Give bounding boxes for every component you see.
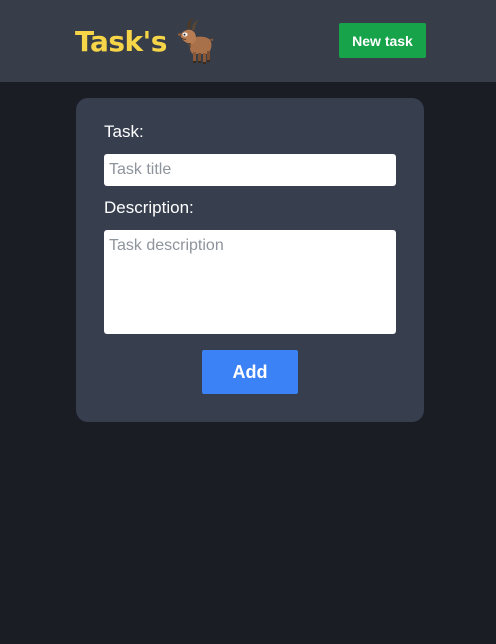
app-title: Task's bbox=[75, 24, 167, 58]
description-label: Description: bbox=[104, 198, 194, 217]
task-form-card: Task: Description: Add bbox=[76, 98, 424, 422]
task-label: Task: bbox=[104, 122, 144, 141]
task-title-input[interactable] bbox=[104, 154, 396, 186]
app-header: Task's New task bbox=[0, 0, 496, 82]
add-button[interactable]: Add bbox=[202, 350, 298, 394]
task-description-input[interactable] bbox=[104, 230, 396, 334]
new-task-button[interactable]: New task bbox=[339, 23, 426, 58]
brand: Task's bbox=[75, 18, 215, 64]
goat-icon bbox=[177, 18, 214, 64]
